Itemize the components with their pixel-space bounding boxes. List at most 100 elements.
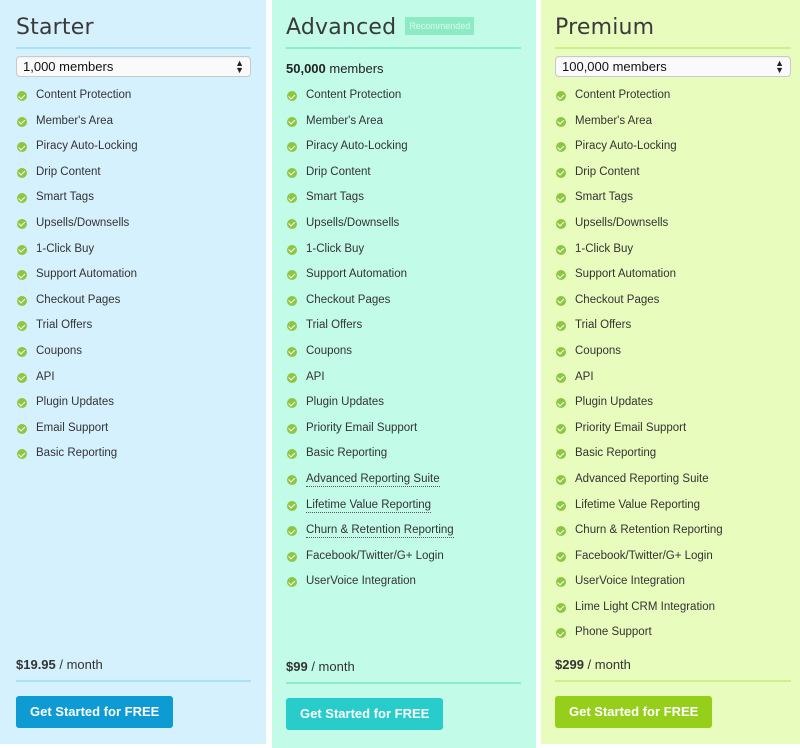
feature-item: Content Protection bbox=[555, 89, 791, 115]
check-circle-icon bbox=[287, 372, 297, 383]
get-started-button[interactable]: Get Started for FREE bbox=[16, 696, 174, 728]
check-circle-icon bbox=[287, 551, 297, 562]
check-circle-icon bbox=[556, 91, 566, 101]
feature-label: Support Automation bbox=[306, 268, 408, 281]
members-select[interactable]: 1,000 members ▲ ▼ bbox=[16, 56, 251, 77]
feature-item: Facebook/Twitter/G+ Login bbox=[555, 550, 791, 576]
feature-info-link[interactable]: Advanced Reporting Suite bbox=[306, 473, 440, 487]
feature-label: 1-Click Buy bbox=[36, 242, 95, 255]
feature-label: Piracy Auto-Locking bbox=[575, 140, 677, 153]
check-circle-icon bbox=[556, 244, 566, 255]
feature-item: Basic Reporting bbox=[555, 447, 791, 473]
feature-item: Lifetime Value Reporting bbox=[286, 499, 521, 525]
feature-label: Checkout Pages bbox=[575, 293, 660, 306]
check-circle-icon bbox=[17, 218, 27, 229]
plan-title: Premium bbox=[555, 15, 655, 40]
price-period: / month bbox=[307, 659, 355, 674]
feature-label: Priority Email Support bbox=[575, 421, 687, 434]
feature-item: Coupons bbox=[16, 345, 251, 371]
check-circle-icon bbox=[556, 551, 566, 562]
check-circle-icon bbox=[287, 398, 297, 409]
feature-label: UserVoice Integration bbox=[575, 575, 685, 588]
feature-info-link[interactable]: Churn & Retention Reporting bbox=[306, 524, 454, 539]
feature-label: Churn & Retention Reporting bbox=[575, 524, 723, 537]
feature-label: Facebook/Twitter/G+ Login bbox=[575, 549, 713, 562]
recommended-badge: Recommended bbox=[405, 17, 475, 35]
feature-label: Content Protection bbox=[36, 89, 132, 101]
check-circle-icon bbox=[287, 295, 297, 306]
check-circle-icon bbox=[556, 346, 566, 357]
members-number: 50,000 bbox=[286, 61, 326, 76]
feature-label: Basic Reporting bbox=[306, 447, 388, 460]
check-circle-icon bbox=[556, 116, 566, 127]
check-circle-icon bbox=[556, 372, 566, 383]
plan-starter: Starter 1,000 members ▲ ▼ Content Protect… bbox=[0, 0, 266, 744]
check-circle-icon bbox=[287, 270, 297, 281]
feature-item: Drip Content bbox=[16, 166, 251, 192]
feature-item: Basic Reporting bbox=[286, 447, 521, 473]
plan-advanced: Advanced Recommended 50,000 members Cont… bbox=[272, 0, 536, 748]
feature-item: Support Automation bbox=[555, 268, 791, 294]
feature-label: Drip Content bbox=[36, 165, 101, 178]
feature-label: Lime Light CRM Integration bbox=[575, 600, 715, 613]
feature-item: Piracy Auto-Locking bbox=[286, 140, 521, 166]
feature-item: Coupons bbox=[555, 345, 791, 371]
members-count: 50,000 members bbox=[286, 61, 521, 78]
members-select-value: 100,000 members bbox=[562, 59, 667, 74]
check-circle-icon bbox=[17, 270, 27, 281]
check-circle-icon bbox=[287, 167, 297, 178]
check-circle-icon bbox=[287, 218, 297, 229]
feature-label: Checkout Pages bbox=[306, 293, 391, 306]
feature-item: Facebook/Twitter/G+ Login bbox=[286, 550, 521, 576]
feature-info-link[interactable]: Lifetime Value Reporting bbox=[306, 499, 432, 513]
feature-label: Advanced Reporting Suite bbox=[575, 472, 709, 485]
check-circle-icon bbox=[556, 398, 566, 409]
feature-item: Support Automation bbox=[286, 268, 521, 294]
plan-header: Advanced Recommended bbox=[286, 0, 521, 49]
feature-item: Priority Email Support bbox=[286, 422, 521, 448]
feature-label: UserVoice Integration bbox=[306, 575, 416, 588]
feature-label: Plugin Updates bbox=[36, 396, 114, 409]
get-started-button[interactable]: Get Started for FREE bbox=[286, 698, 444, 730]
check-circle-icon bbox=[556, 526, 566, 537]
check-circle-icon bbox=[556, 142, 566, 153]
members-label: members bbox=[325, 61, 384, 76]
feature-label: API bbox=[36, 370, 55, 383]
price-period: / month bbox=[55, 657, 103, 672]
check-circle-icon bbox=[556, 270, 566, 281]
feature-item: Trial Offers bbox=[555, 319, 791, 345]
members-select[interactable]: 100,000 members ▲ ▼ bbox=[555, 56, 791, 77]
feature-item: Piracy Auto-Locking bbox=[555, 140, 791, 166]
feature-item: Upsells/Downsells bbox=[286, 217, 521, 243]
feature-label: Member's Area bbox=[306, 114, 383, 127]
check-circle-icon bbox=[17, 449, 27, 460]
check-circle-icon bbox=[556, 500, 566, 511]
check-circle-icon bbox=[17, 167, 27, 178]
feature-label: Content Protection bbox=[575, 89, 671, 101]
feature-label: Support Automation bbox=[575, 268, 677, 281]
feature-item: Basic Reporting bbox=[16, 447, 251, 473]
feature-item: 1-Click Buy bbox=[286, 243, 521, 269]
feature-item: Support Automation bbox=[16, 268, 251, 294]
get-started-button[interactable]: Get Started for FREE bbox=[555, 696, 713, 728]
check-circle-icon bbox=[556, 577, 566, 588]
feature-item: Member's Area bbox=[555, 115, 791, 141]
check-circle-icon bbox=[556, 321, 566, 332]
feature-item: Plugin Updates bbox=[286, 396, 521, 422]
feature-label: Upsells/Downsells bbox=[575, 216, 669, 229]
feature-item: Coupons bbox=[286, 345, 521, 371]
check-circle-icon bbox=[17, 295, 27, 306]
members-select-value: 1,000 members bbox=[23, 59, 114, 74]
check-circle-icon bbox=[17, 193, 27, 204]
feature-list: Content Protection Member's Area Piracy Au… bbox=[286, 89, 521, 601]
check-circle-icon bbox=[287, 474, 297, 485]
feature-label: Basic Reporting bbox=[575, 447, 657, 460]
feature-label: Smart Tags bbox=[306, 191, 364, 204]
check-circle-icon bbox=[556, 474, 566, 485]
plan-price: $19.95 / month bbox=[16, 657, 251, 682]
price-period: / month bbox=[583, 657, 631, 672]
check-circle-icon bbox=[17, 116, 27, 127]
feature-label: 1-Click Buy bbox=[306, 242, 365, 255]
check-circle-icon bbox=[17, 372, 27, 383]
price-amount: $299 bbox=[555, 657, 584, 672]
